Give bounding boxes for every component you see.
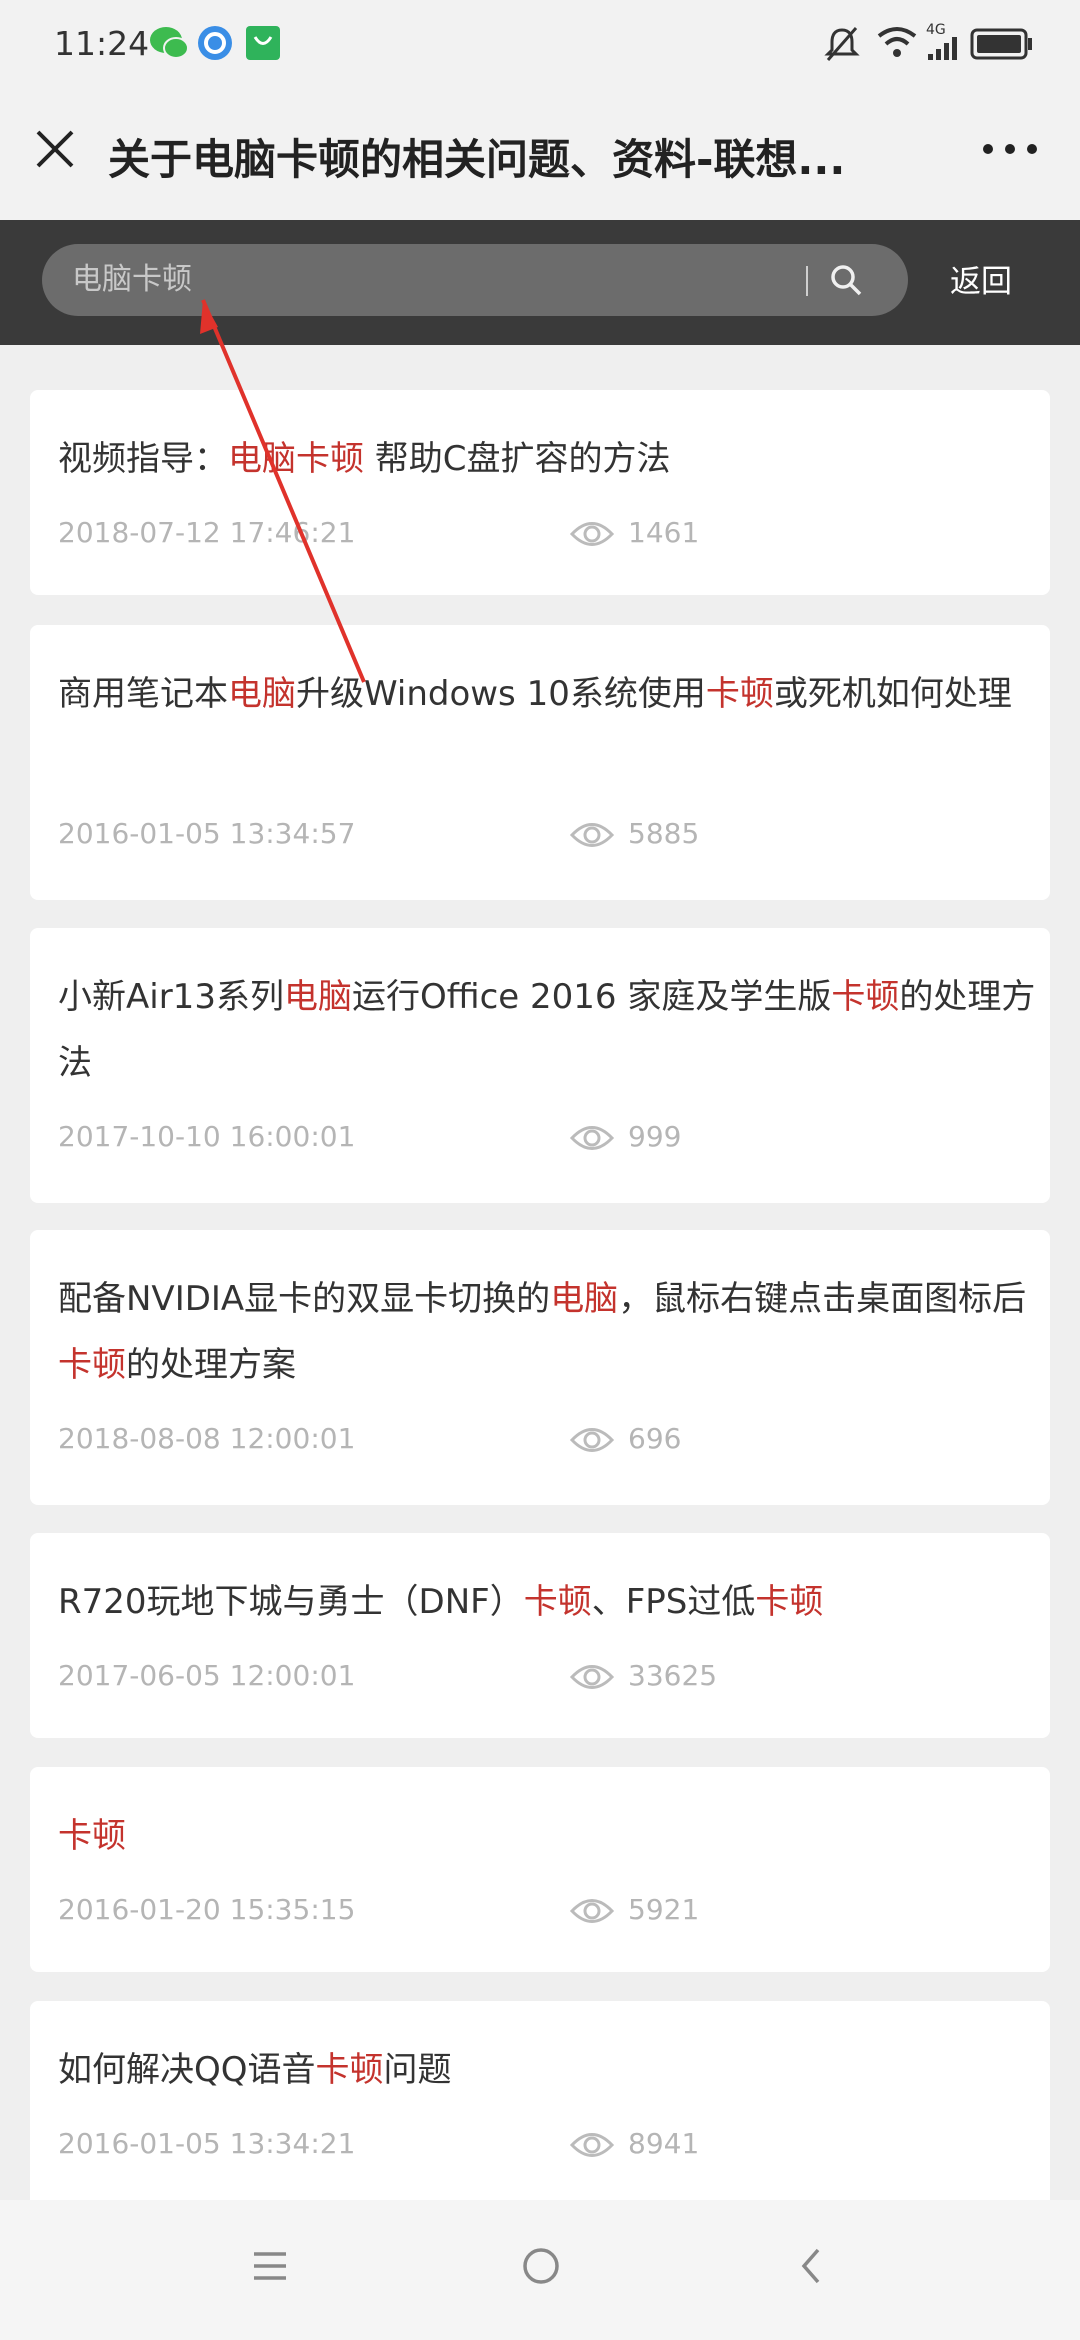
result-title[interactable]: 如何解决QQ语音卡顿问题 [58,2037,1038,2103]
result-title[interactable]: 视频指导：电脑卡顿 帮助C盘扩容的方法 [58,426,1038,492]
close-icon[interactable] [30,124,80,174]
title-text: 商用笔记本 [58,674,228,714]
result-date: 2017-10-10 16:00:01 [58,1120,356,1153]
system-nav-bar [0,2200,1080,2340]
title-text: 、FPS过低 [591,1582,756,1622]
title-text: 配备NVIDIA显卡的双显卡切换的 [58,1279,551,1319]
keyword-highlight: 卡顿 [523,1582,592,1622]
result-card[interactable]: R720玩地下城与勇士（DNF）卡顿、FPS过低卡顿 2017-06-05 12:… [30,1533,1050,1738]
view-count: 8941 [628,2127,700,2160]
eye-icon [570,1126,614,1150]
title-text: R720玩地下城与勇士（DNF） [58,1582,524,1622]
eye-icon [570,1428,614,1452]
result-date: 2018-07-12 17:46:21 [58,516,356,549]
title-text: 的处理方案 [126,1345,296,1385]
battery-icon [970,28,1032,60]
eye-icon [570,522,614,546]
status-bar: 11:24 4G [0,0,1080,90]
view-count: 999 [628,1120,682,1153]
eye-icon [570,2133,614,2157]
keyword-highlight: 卡顿 [831,977,900,1017]
title-text: ，鼠标右键点击桌面图标后 [618,1279,1027,1319]
title-text: 运行Office 2016 家庭及学生版 [351,977,832,1017]
search-icon[interactable] [828,262,864,298]
keyword-highlight: 电脑 [283,977,352,1017]
view-count: 696 [628,1422,682,1455]
mute-bell-icon [824,27,860,61]
browser-icon [198,26,232,60]
result-card[interactable]: 小新Air13系列电脑运行Office 2016 家庭及学生版卡顿的处理方法 20… [30,928,1050,1203]
menu-icon[interactable] [250,2246,290,2286]
result-date: 2016-01-05 13:34:21 [58,2127,356,2160]
keyword-highlight: 卡顿 [705,674,774,714]
search-divider [806,266,808,296]
page-title: 关于电脑卡顿的相关问题、资料-联想... [108,135,846,184]
result-date: 2017-06-05 12:00:01 [58,1659,356,1692]
result-title[interactable]: 卡顿 [58,1803,1038,1869]
result-date: 2016-01-05 13:34:57 [58,817,356,850]
keyword-highlight: 卡顿 [58,1345,126,1385]
title-text: 或死机如何处理 [773,674,1012,714]
view-count: 5921 [628,1893,700,1926]
keyword-highlight: 电脑卡顿 [228,439,364,479]
keyword-highlight: 卡顿 [315,2050,384,2090]
back-button[interactable]: 返回 [950,256,1012,301]
result-title[interactable]: 配备NVIDIA显卡的双显卡切换的电脑，鼠标右键点击桌面图标后卡顿的处理方案 [58,1266,1038,1398]
home-icon[interactable] [521,2246,561,2286]
result-date: 2018-08-08 12:00:01 [58,1422,356,1455]
result-title[interactable]: R720玩地下城与勇士（DNF）卡顿、FPS过低卡顿 [58,1569,1038,1635]
keyword-highlight: 电脑 [228,674,296,714]
result-card[interactable]: 如何解决QQ语音卡顿问题 2016-01-05 13:34:21 8941 [30,2001,1050,2211]
eye-icon [570,1665,614,1689]
search-box [42,244,908,316]
search-input[interactable] [72,244,772,316]
wifi-icon [877,27,917,57]
result-date: 2016-01-20 15:35:15 [58,1893,356,1926]
search-bar: 返回 [0,220,1080,345]
result-title[interactable]: 小新Air13系列电脑运行Office 2016 家庭及学生版卡顿的处理方法 [58,964,1038,1096]
wechat-icon [150,27,189,59]
keyword-highlight: 电脑 [550,1279,619,1319]
result-card[interactable]: 商用笔记本电脑升级Windows 10系统使用卡顿或死机如何处理 2016-01-… [30,625,1050,900]
title-text: 问题 [383,2050,452,2090]
keyword-highlight: 卡顿 [755,1582,824,1622]
result-title[interactable]: 商用笔记本电脑升级Windows 10系统使用卡顿或死机如何处理 [58,661,1038,727]
title-text: 如何解决QQ语音 [58,2050,316,2090]
eye-icon [570,823,614,847]
title-bar: 关于电脑卡顿的相关问题、资料-联想... [0,90,1080,220]
title-text: 小新Air13系列 [58,977,284,1017]
signal-icon [928,37,957,60]
title-text: 视频指导： [58,439,228,479]
view-count: 1461 [628,516,700,549]
status-time: 11:24 [54,24,150,63]
store-icon [246,26,280,60]
title-text: 升级Windows 10系统使用 [296,674,706,714]
title-text: 帮助C盘扩容的方法 [364,439,671,479]
eye-icon [570,1899,614,1923]
keyword-highlight: 卡顿 [58,1816,126,1856]
result-card[interactable]: 视频指导：电脑卡顿 帮助C盘扩容的方法 2018-07-12 17:46:21 14… [30,390,1050,595]
back-icon[interactable] [792,2246,832,2286]
result-card[interactable]: 卡顿 2016-01-20 15:35:15 5921 [30,1767,1050,1972]
view-count: 33625 [628,1659,718,1692]
more-options-icon[interactable] [980,134,1040,164]
result-card[interactable]: 配备NVIDIA显卡的双显卡切换的电脑，鼠标右键点击桌面图标后卡顿的处理方案 20… [30,1230,1050,1505]
view-count: 5885 [628,817,700,850]
